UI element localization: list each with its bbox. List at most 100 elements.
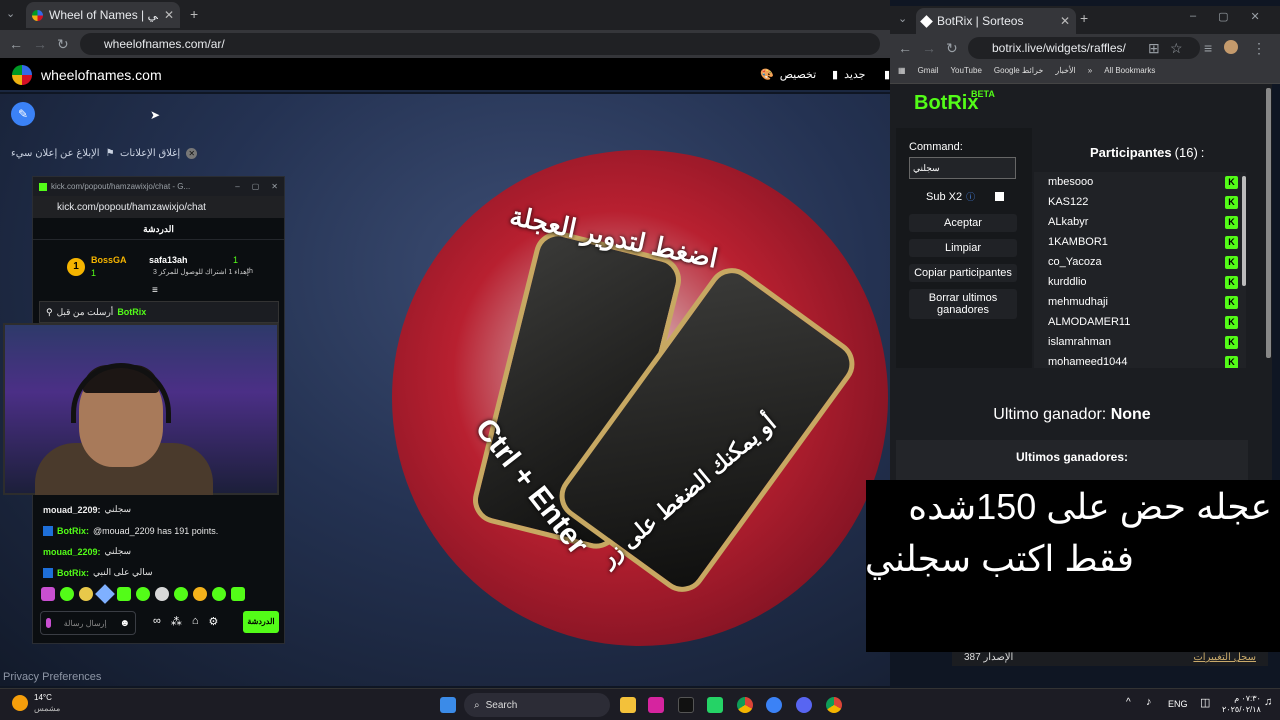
emote-icon[interactable] [117, 587, 131, 601]
emote-icon[interactable] [231, 587, 245, 601]
tray-chevron-icon[interactable]: ^ [1126, 697, 1131, 708]
expand-icon[interactable]: ≡ [152, 285, 158, 296]
forward-icon[interactable]: → [33, 36, 47, 52]
users-icon[interactable]: ⁂ [171, 615, 182, 628]
mic-tray-icon[interactable]: ♪ [1146, 696, 1152, 708]
emote-icon[interactable] [155, 587, 169, 601]
clock[interactable]: ٠٧:٣٠ م ٢٠٢٥/٠٢/١٨ [1222, 693, 1261, 715]
emote-icon[interactable] [193, 587, 207, 601]
back-icon[interactable]: ← [898, 40, 912, 56]
app-icon[interactable] [766, 697, 782, 713]
list-item: mohameed1044 K [1034, 352, 1246, 368]
changelog-link[interactable]: سجل التغييرات [1193, 652, 1256, 666]
language-indicator[interactable]: ENG [1168, 699, 1188, 709]
store-icon[interactable]: ⌂ [192, 615, 199, 628]
maximize-icon[interactable]: ▢ [252, 182, 260, 191]
bookmark-maps[interactable]: Google خرائط [994, 66, 1043, 75]
privacy-preferences-link[interactable]: Privacy Preferences [3, 671, 101, 683]
bookmark-all[interactable]: All Bookmarks [1104, 66, 1155, 75]
mouse-cursor-icon: ➤ [150, 108, 161, 122]
file-explorer-icon[interactable] [620, 697, 636, 713]
windows-start-icon[interactable] [440, 697, 456, 713]
infinity-icon[interactable]: ∞ [153, 615, 161, 628]
chrome-icon[interactable] [737, 697, 753, 713]
close-icon[interactable]: ✕ [1251, 10, 1260, 23]
apps-grid-icon[interactable]: ▦ [898, 66, 906, 75]
chat-header: الدردشة [33, 218, 284, 240]
settings-gear-icon[interactable]: ⚙ [209, 615, 219, 628]
subx2-checkbox[interactable] [995, 192, 1004, 201]
instagram-icon[interactable] [648, 697, 664, 713]
bookmark-star-icon[interactable]: ☆ [1170, 40, 1183, 57]
tab-search-icon[interactable]: ⌄ [6, 7, 15, 20]
maximize-icon[interactable]: ▢ [1218, 10, 1228, 23]
bookmark-gmail[interactable]: Gmail [918, 66, 939, 75]
profile-avatar[interactable] [1224, 40, 1238, 54]
site-name[interactable]: wheelofnames.com [41, 67, 162, 83]
delete-last-winners-button[interactable]: Borrar ultimos ganadores [909, 289, 1017, 319]
close-tab-icon[interactable]: ✕ [1060, 14, 1070, 28]
spin-wheel[interactable] [392, 150, 888, 646]
tab-wheel-of-names[interactable]: Wheel of Names | اسم العشوائي ✕ [26, 2, 180, 28]
emote-icon[interactable] [41, 587, 55, 601]
chevron-more-icon[interactable]: » [1088, 66, 1092, 75]
bookmark-youtube[interactable]: YouTube [950, 66, 981, 75]
minimize-icon[interactable]: – [1190, 10, 1196, 23]
notification-bell-icon[interactable]: ♫ [1264, 696, 1272, 708]
bookmark-news[interactable]: الأخبار [1055, 66, 1075, 75]
edit-pencil-icon[interactable]: ✎ [11, 102, 35, 126]
participants-list[interactable]: mbesooo K KAS122 K ALkabyr K 1KAMBOR1 K co_Y… [1034, 172, 1246, 368]
translate-icon[interactable]: ⊞ [1148, 40, 1160, 57]
new-tab-icon[interactable]: + [190, 6, 198, 22]
extensions-icon[interactable]: ≡ [1204, 40, 1212, 56]
clear-button[interactable]: Limpiar [909, 239, 1017, 257]
copy-participants-button[interactable]: Copiar participantes [909, 264, 1017, 282]
botrix-favicon-icon [920, 14, 933, 28]
close-icon[interactable]: ✕ [271, 182, 278, 191]
list-item: kurddlio K [1034, 272, 1246, 292]
emote-icon[interactable] [212, 587, 226, 601]
page-scrollbar[interactable] [1266, 88, 1271, 358]
wheelofnames-logo-icon[interactable] [12, 65, 32, 85]
whatsapp-icon[interactable] [707, 697, 723, 713]
emote-bar[interactable] [41, 584, 251, 605]
kick-url-field[interactable]: kick.com/popout/hamzawixjo/chat [33, 196, 284, 218]
url-field[interactable]: wheelofnames.com/ar/ [80, 33, 880, 55]
emote-icon[interactable] [95, 584, 115, 604]
window-controls: – ▢ ✕ [1190, 10, 1260, 23]
taskbar-search[interactable]: ⌕ Search [464, 693, 610, 717]
command-input[interactable]: سجلني [909, 157, 1016, 179]
emoji-icon[interactable]: ☻ [119, 618, 130, 629]
discord-icon[interactable] [796, 697, 812, 713]
minimize-icon[interactable]: – [235, 182, 239, 191]
new-button[interactable]: ▮ جديد [832, 68, 865, 81]
mic-icon[interactable] [46, 618, 51, 628]
customize-button[interactable]: 🎨 تخصيص [760, 68, 816, 81]
forward-icon[interactable]: → [922, 40, 936, 56]
botrix-url-field[interactable]: botrix.live/widgets/raffles/ [968, 37, 1200, 59]
menu-dots-icon[interactable]: ⋮ [1252, 40, 1266, 57]
participants-scrollbar[interactable] [1242, 176, 1246, 286]
chat-send-button[interactable]: الدردشة [243, 611, 279, 633]
chat-input[interactable]: إرسال رسالة ☻ [40, 611, 136, 635]
weather-widget[interactable]: 14°C مشمس [12, 692, 60, 714]
tab-botrix[interactable]: BotRix | Sorteos ✕ [916, 8, 1076, 34]
chrome-icon-2[interactable] [826, 697, 842, 713]
tab-search-icon[interactable]: ⌄ [898, 12, 907, 25]
close-ads-link[interactable]: إغلاق الإعلانات ✕ [120, 148, 198, 159]
new-tab-icon[interactable]: + [1080, 10, 1088, 26]
info-icon[interactable]: ⓘ [966, 190, 975, 203]
close-circle-icon: ✕ [186, 148, 198, 159]
close-tab-icon[interactable]: ✕ [164, 8, 174, 22]
reload-icon[interactable]: ↻ [57, 36, 69, 53]
accept-button[interactable]: Aceptar [909, 214, 1017, 232]
back-icon[interactable]: ← [9, 36, 23, 52]
network-icon[interactable]: ◫ [1200, 696, 1210, 709]
emote-icon[interactable] [79, 587, 93, 601]
emote-icon[interactable] [174, 587, 188, 601]
emote-icon[interactable] [136, 587, 150, 601]
report-ad-link[interactable]: الإبلاغ عن إعلان سيء ⚑ [11, 148, 115, 159]
reload-icon[interactable]: ↻ [946, 40, 958, 57]
emote-icon[interactable] [60, 587, 74, 601]
tiktok-icon[interactable] [678, 697, 694, 713]
